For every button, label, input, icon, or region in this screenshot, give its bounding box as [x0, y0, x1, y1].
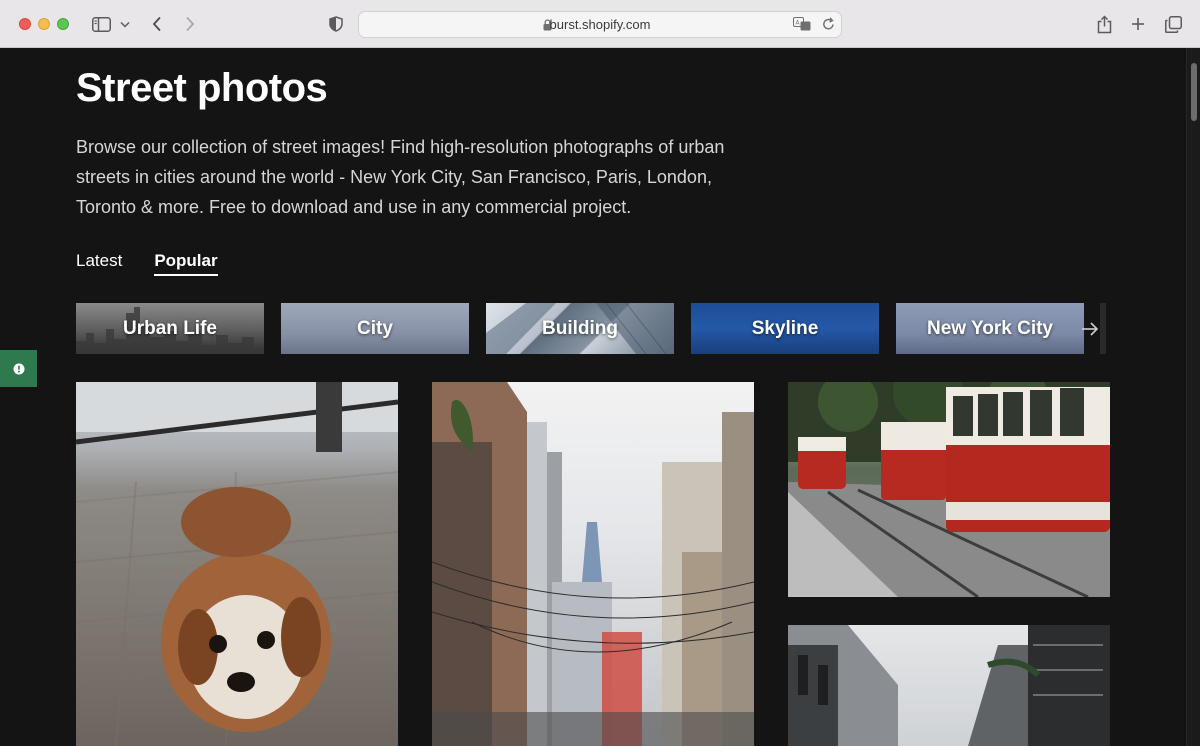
photo-apartment-street[interactable]	[788, 625, 1110, 746]
category-edge	[1100, 303, 1106, 354]
photo-city-street[interactable]	[432, 382, 754, 746]
photo-city-street-image	[432, 382, 754, 746]
url-text: burst.shopify.com	[549, 17, 651, 32]
category-label: City	[357, 317, 393, 339]
photo-trams[interactable]	[788, 382, 1110, 597]
page-content: Street photos Browse our collection of s…	[0, 48, 1186, 746]
category-city[interactable]: City	[281, 303, 469, 354]
new-tab-icon[interactable]	[1128, 13, 1148, 35]
photo-dog-image	[76, 382, 398, 746]
photo-apartment-street-image	[788, 625, 1110, 746]
close-window-button[interactable]	[19, 18, 31, 30]
category-label: New York City	[926, 317, 1053, 339]
tab-popular[interactable]: Popular	[154, 251, 218, 276]
category-carousel: Urban Life City Building Skyline New Yor…	[76, 303, 1106, 354]
back-icon[interactable]	[148, 13, 166, 35]
alert-icon	[13, 363, 24, 374]
translate-icon[interactable]: A	[793, 17, 811, 36]
tab-overview-icon[interactable]	[1163, 13, 1183, 35]
forward-icon[interactable]	[181, 13, 199, 35]
sort-tabs: Latest Popular	[76, 251, 218, 276]
category-building[interactable]: Building	[486, 303, 674, 354]
tab-latest[interactable]: Latest	[76, 251, 122, 276]
sidebar-icon[interactable]	[90, 13, 112, 35]
category-label: Urban Life	[123, 317, 217, 339]
photo-trams-image	[788, 382, 1110, 597]
category-label: Building	[542, 317, 618, 339]
photo-dog[interactable]	[76, 382, 398, 746]
category-label: Skyline	[751, 317, 819, 339]
share-icon[interactable]	[1094, 13, 1114, 35]
page-scrollbar[interactable]	[1186, 48, 1200, 746]
browser-toolbar: burst.shopify.com A	[0, 0, 1200, 48]
category-skyline[interactable]: Skyline	[691, 303, 879, 354]
scrollbar-thumb[interactable]	[1191, 63, 1197, 121]
page-title: Street photos	[76, 66, 328, 110]
category-new-york-city[interactable]: New York City	[896, 303, 1084, 354]
feedback-button[interactable]	[0, 350, 37, 387]
minimize-window-button[interactable]	[38, 18, 50, 30]
address-bar[interactable]: burst.shopify.com A	[358, 11, 842, 38]
reload-icon[interactable]	[822, 17, 835, 36]
shield-icon[interactable]	[326, 13, 346, 35]
svg-text:A: A	[796, 20, 801, 27]
page-description: Browse our collection of street images! …	[76, 137, 725, 217]
chevron-down-icon[interactable]	[118, 13, 132, 35]
zoom-window-button[interactable]	[57, 18, 69, 30]
category-urban-life[interactable]: Urban Life	[76, 303, 264, 354]
